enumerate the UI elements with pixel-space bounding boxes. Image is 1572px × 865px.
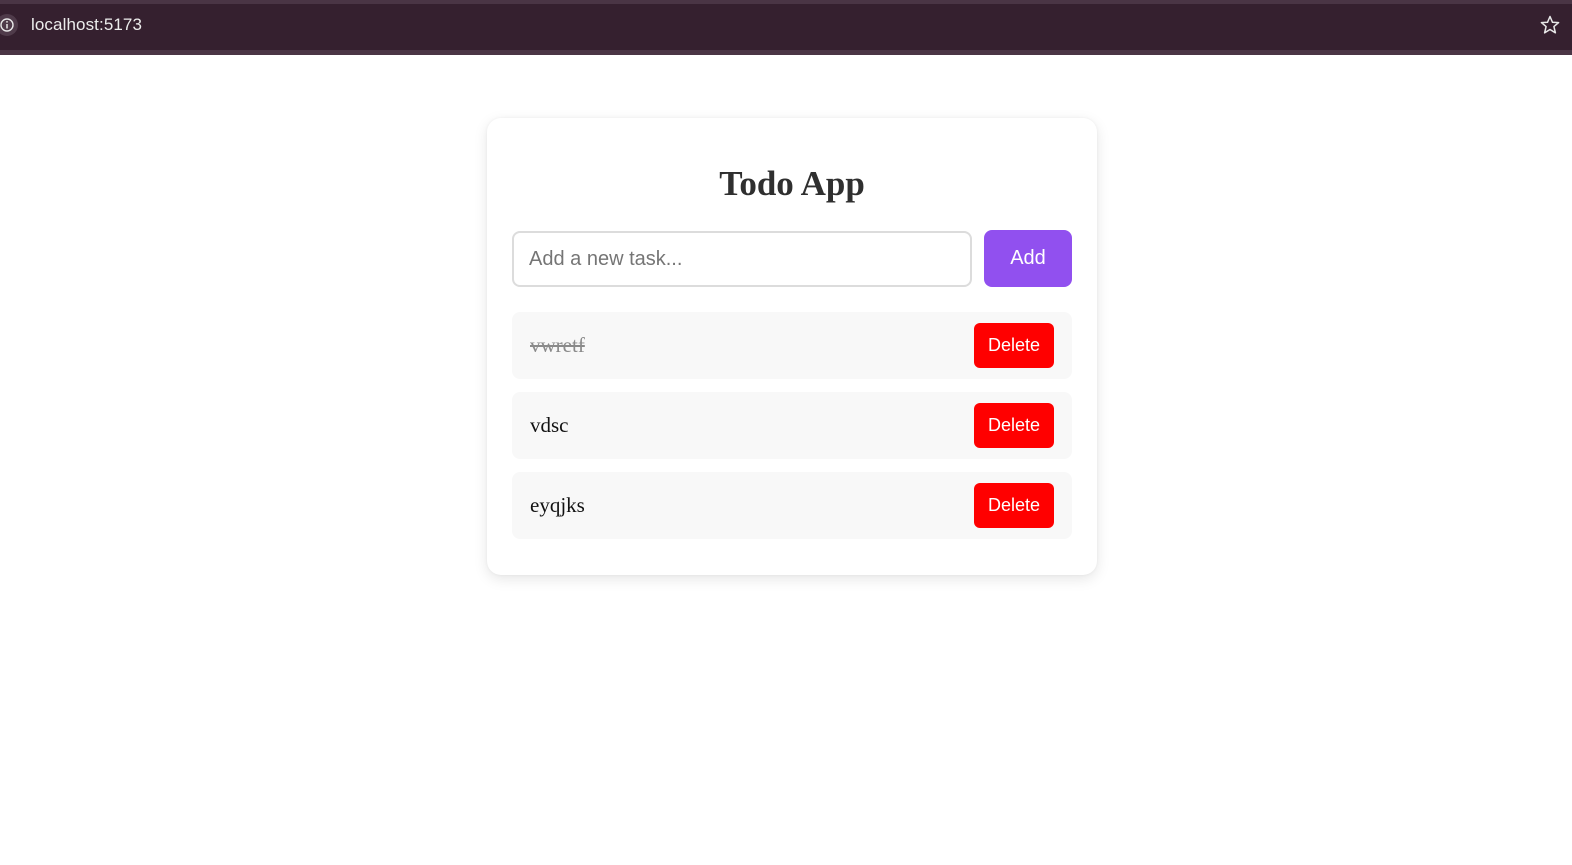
page-title: Todo App: [719, 164, 865, 203]
delete-button[interactable]: Delete: [974, 483, 1054, 528]
todo-text[interactable]: vdsc: [530, 411, 569, 439]
url-text[interactable]: localhost:5173: [31, 15, 142, 35]
todo-card: Todo App Add vwretf Delete vdsc Delete e…: [487, 118, 1097, 575]
todo-item: eyqjks Delete: [512, 472, 1072, 539]
new-task-input[interactable]: [512, 231, 972, 287]
delete-button[interactable]: Delete: [974, 323, 1054, 368]
todo-list: vwretf Delete vdsc Delete eyqjks Delete: [512, 312, 1072, 552]
delete-button[interactable]: Delete: [974, 403, 1054, 448]
star-icon[interactable]: [1540, 15, 1560, 35]
todo-text[interactable]: eyqjks: [530, 491, 585, 519]
todo-text[interactable]: vwretf: [530, 331, 585, 359]
todo-item: vdsc Delete: [512, 392, 1072, 459]
add-button[interactable]: Add: [984, 230, 1072, 287]
todo-item: vwretf Delete: [512, 312, 1072, 379]
browser-address-bar: localhost:5173: [0, 0, 1572, 55]
info-icon[interactable]: [0, 14, 18, 36]
